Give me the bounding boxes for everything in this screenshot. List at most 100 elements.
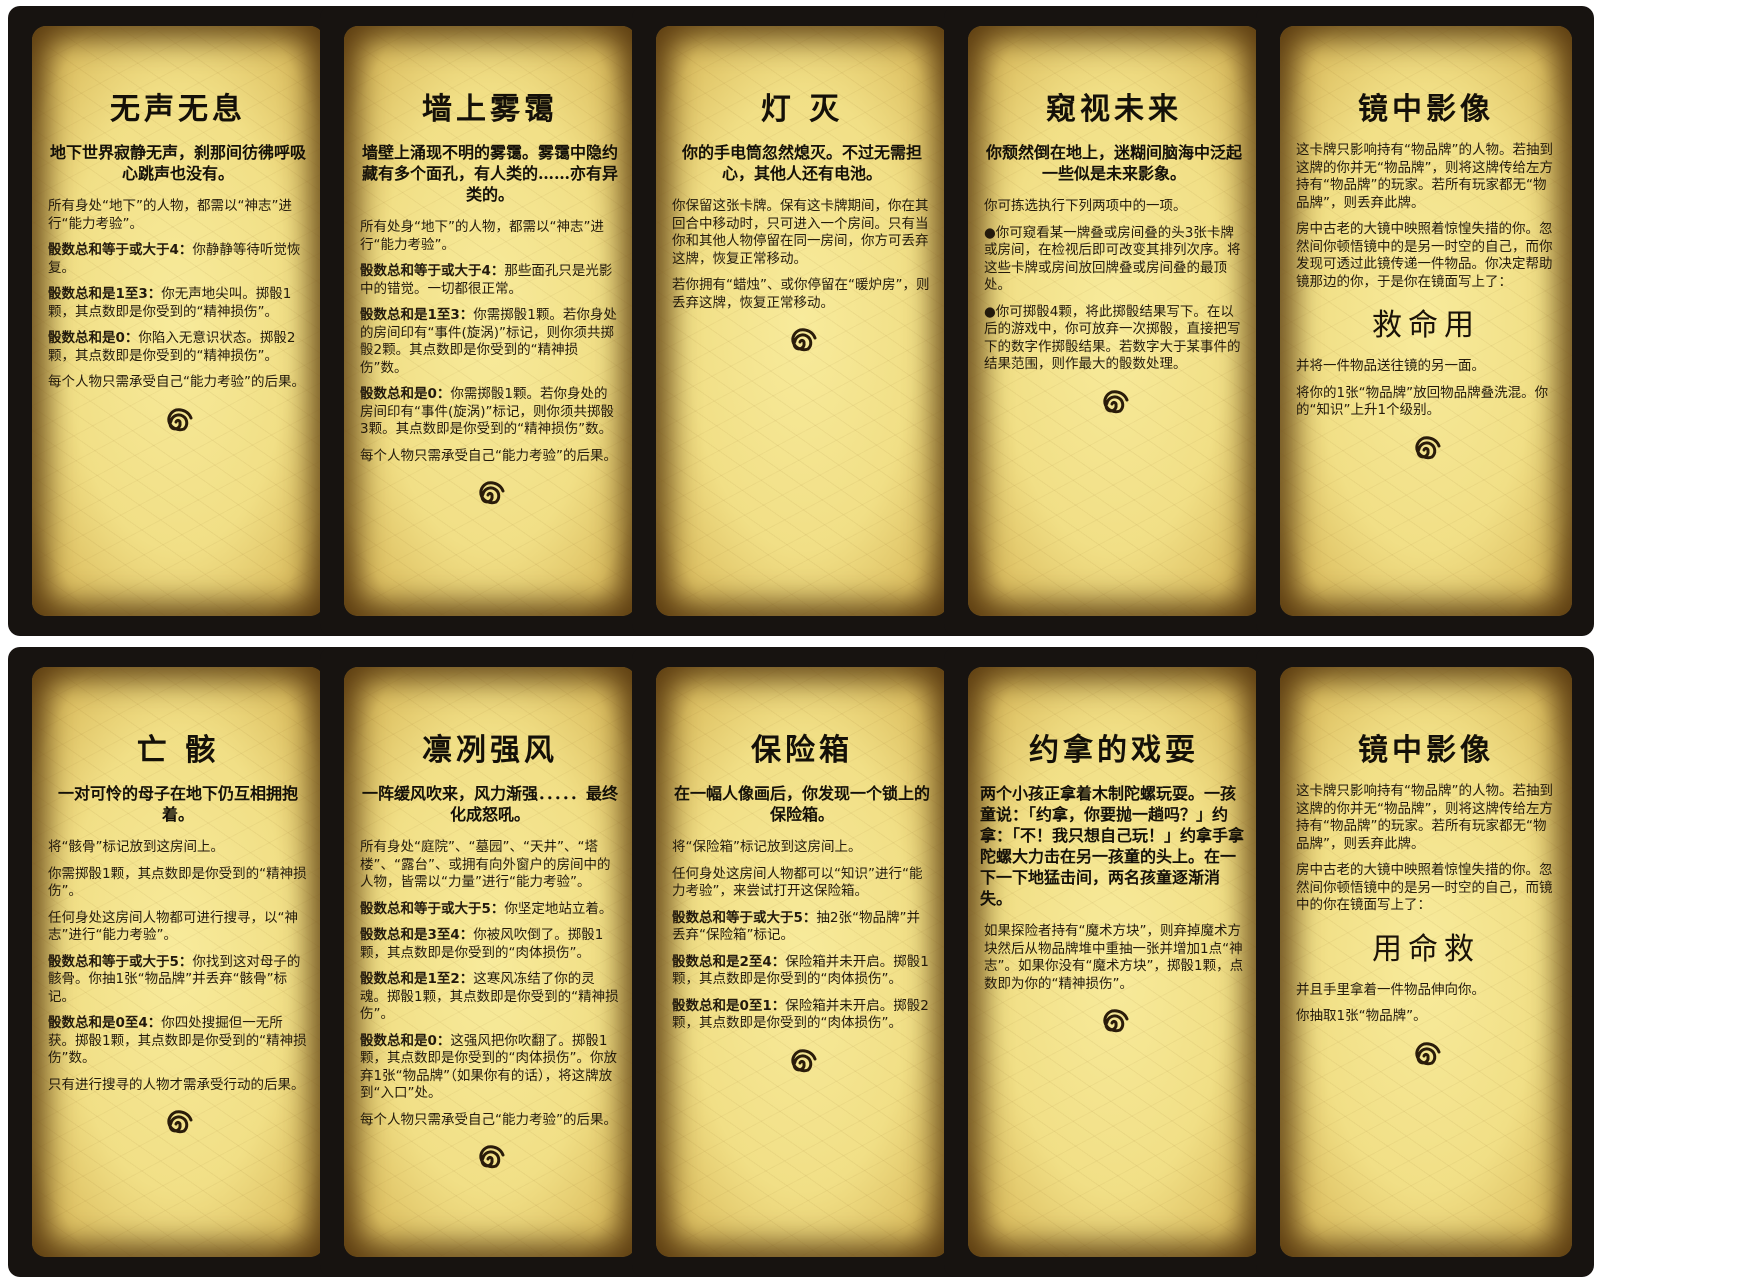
card-flavor-text: 地下世界寂静无声，刹那间彷彿呼吸心跳声也没有。 [49,143,306,183]
event-card[interactable]: 亡 骸一对可怜的母子在地下仍互相拥抱着。 将“骸骨”标记放到这房间上。 你需掷骰1颗… [8,647,346,1277]
card-flavor-text: 墙壁上涌现不明的雾霭。雾霭中隐约藏有多个面孔，有人类的……亦有异类的。 [361,143,618,204]
card-flavor-text: 两个小孩正拿着木制陀螺玩耍。一孩童说：「约拿，你要抛一趟吗？」约拿：「不！我只想… [980,784,1245,908]
rule-text: 这卡牌只影响持有“物品牌”的人物。若抽到这牌的你并无“物品牌”，则将这牌传给左方… [1296,142,1553,211]
rule-paragraph: 所有身处“地下”的人物，都需以“神志”进行“能力考验”。 [48,198,308,233]
vortex-icon [1415,435,1441,459]
card-face: 亡 骸一对可怜的母子在地下仍互相拥抱着。 将“骸骨”标记放到这房间上。 你需掷骰1颗… [32,667,324,1257]
rule-text: 所有身处“地下”的人物，都需以“神志”进行“能力考验”。 [48,198,292,232]
rule-condition: 骰数总和是2至4： [672,953,786,970]
mirror-writing: 救命用 [1372,308,1480,343]
rule-condition: 骰数总和等于或大于4： [48,242,193,258]
card-title: 凛冽强风 [422,733,558,768]
card-rules: 如果探险者持有“魔术方块”，则弃掉魔术方块然后从物品牌堆中重抽一张并增加1点“神… [984,923,1244,993]
rule-paragraph: 骰数总和是2至4：保险箱并未开启。掷骰1颗，其点数即是你受到的“肉体损伤”。 [672,954,932,989]
card-face: 凛冽强风一阵缓风吹来，风力渐强．．．．．最终化成怒吼。所有身处“庭院”、“墓园”… [344,667,636,1257]
rule-text: 这卡牌只影响持有“物品牌”的人物。若抽到这牌的你并无“物品牌”，则将这牌传给左方… [1296,783,1553,852]
card-rules: 所有身处“庭院”、“墓园”、“天井”、“塔楼”、“露台”、或拥有向外窗户的房间中… [360,839,620,1129]
event-card[interactable]: 约拿的戏耍两个小孩正拿着木制陀螺玩耍。一孩童说：「约拿，你要抛一趟吗？」约拿：「… [944,647,1282,1277]
rule-text: 将你的1张“物品牌”放回物品牌叠洗混。你的“知识”上升1个级别。 [1296,384,1549,419]
rule-paragraph: ●你可窥看某一牌叠或房间叠的头3张卡牌或房间，在检视后即可改变其排列次序。将这些… [984,225,1244,295]
rule-text: 每个人物只需承受自己“能力考验”的后果。 [360,1111,617,1128]
rule-text: ●你可窥看某一牌叠或房间叠的头3张卡牌或房间，在检视后即可改变其排列次序。将这些… [984,224,1241,294]
rule-condition: 骰数总和是0至4： [48,1015,162,1031]
rule-paragraph: 骰数总和等于或大于4：那些面孔只是光影中的错觉。一切都很正常。 [360,263,620,298]
rule-condition: 骰数总和是0至1： [672,997,786,1014]
rule-paragraph: 骰数总和是0：你陷入无意识状态。掷骰2颗，其点数即是你受到的“精神损伤”。 [48,330,308,365]
card-face: 无声无息 地下世界寂静无声，刹那间彷彿呼吸心跳声也没有。 所有身处“地下”的人物，都… [32,26,324,616]
event-card[interactable]: 保险箱 在一幅人像画后，你发现一个锁上的保险箱。 将“保险箱”标记放到这房间上。 任何… [632,647,970,1277]
rule-paragraph: ●你可掷骰4颗，将此掷骰结果写下。在以后的游戏中，你可放弃一次掷骰，直接把写下的… [984,304,1244,374]
rule-text: 只有进行搜寻的人物才需承受行动的后果。 [48,1076,305,1093]
rule-paragraph: 骰数总和是0：你需掷骰1颗。若你身处的房间印有“事件(旋涡)”标记，则你须共掷骰… [360,386,620,439]
card-title: 窥视未来 [1046,92,1182,127]
vortex-icon [1103,389,1129,413]
rule-condition: 骰数总和等于或大于4： [360,263,505,279]
card-face: 墙上雾霭墙壁上涌现不明的雾霭。雾霭中隐约藏有多个面孔，有人类的……亦有异类的。所… [344,26,636,616]
vortex-icon [167,407,193,431]
rule-text: 房中古老的大镜中映照着惊惶失措的你。忽然间你顿悟镜中的是另一时空的自己，而你发现… [1296,221,1553,290]
rule-text: 每个人物只需承受自己“能力考验”的后果。 [48,374,305,390]
vortex-icon [791,1048,817,1072]
rule-paragraph: 所有处身“地下”的人物，都需以“神志”进行“能力考验”。 [360,219,620,254]
rule-text: 如果探险者持有“魔术方块”，则弃掉魔术方块然后从物品牌堆中重抽一张并增加1点“神… [984,923,1244,992]
rule-text: 你坚定地站立着。 [504,900,613,917]
rule-condition: 骰数总和等于或大于5： [672,909,817,926]
rule-text: 所有身处“庭院”、“墓园”、“天井”、“塔楼”、“露台”、或拥有向外窗户的房间中… [360,839,611,890]
card-title: 亡 骸 [136,733,220,768]
card-rules: 这卡牌只影响持有“物品牌”的人物。若抽到这牌的你并无“物品牌”，则将这牌传给左方… [1296,142,1556,291]
rule-condition: 骰数总和是0： [360,386,451,402]
card-face: 保险箱 在一幅人像画后，你发现一个锁上的保险箱。 将“保险箱”标记放到这房间上。 任何… [656,667,948,1257]
event-card[interactable]: 墙上雾霭墙壁上涌现不明的雾霭。雾霭中隐约藏有多个面孔，有人类的……亦有异类的。所… [320,6,658,636]
event-card[interactable]: 无声无息 地下世界寂静无声，刹那间彷彿呼吸心跳声也没有。 所有身处“地下”的人物，都… [8,6,346,636]
rule-text: ●你可掷骰4颗，将此掷骰结果写下。在以后的游戏中，你可放弃一次掷骰，直接把写下的… [984,303,1241,373]
rule-condition: 骰数总和是1至3： [48,286,162,302]
event-card[interactable]: 镜中影像 这卡牌只影响持有“物品牌”的人物。若抽到这牌的你并无“物品牌”，则将这牌… [1256,6,1594,636]
rule-paragraph: 每个人物只需承受自己“能力考验”的后果。 [360,1112,620,1130]
rule-paragraph: 这卡牌只影响持有“物品牌”的人物。若抽到这牌的你并无“物品牌”，则将这牌传给左方… [1296,783,1556,853]
rule-condition: 骰数总和是3至4： [360,927,474,943]
vortex-icon [479,1145,505,1169]
rule-paragraph: 骰数总和是1至2：这寒风冻结了你的灵魂。掷骰1颗，其点数即是你受到的“精神损伤”… [360,971,620,1024]
rule-paragraph: 你保留这张卡牌。保有这卡牌期间，你在其回合中移动时，只可进入一个房间。只有当你和… [672,198,932,268]
rule-paragraph: 将你的1张“物品牌”放回物品牌叠洗混。你的“知识”上升1个级别。 [1296,385,1556,420]
rule-paragraph: 只有进行搜寻的人物才需承受行动的后果。 [48,1077,308,1095]
card-title: 墙上雾霭 [422,92,558,127]
mirror-writing: 用命救 [1372,931,1480,967]
rule-text: 任何身处这房间人物都可以“知识”进行“能力考验”，来尝试打开这保险箱。 [672,865,923,900]
rule-text: 若你拥有“蜡烛”、或你停留在“暖炉房”，则丢弃这牌，恢复正常移动。 [672,277,930,311]
event-card[interactable]: 凛冽强风一阵缓风吹来，风力渐强．．．．．最终化成怒吼。所有身处“庭院”、“墓园”… [320,647,658,1277]
card-rules-after: 并将一件物品送往镜的另一面。将你的1张“物品牌”放回物品牌叠洗混。你的“知识”上… [1296,358,1556,420]
card-rules: 将“保险箱”标记放到这房间上。任何身处这房间人物都可以“知识”进行“能力考验”，… [672,839,932,1033]
vortex-icon [1415,1041,1441,1065]
rule-paragraph: 并将一件物品送往镜的另一面。 [1296,358,1556,376]
rule-paragraph: 所有身处“庭院”、“墓园”、“天井”、“塔楼”、“露台”、或拥有向外窗户的房间中… [360,839,620,892]
card-face: 约拿的戏耍两个小孩正拿着木制陀螺玩耍。一孩童说：「约拿，你要抛一趟吗？」约拿：「… [968,667,1260,1257]
rule-paragraph: 房中古老的大镜中映照着惊惶失措的你。忽然间你顿悟镜中的是另一时空的自己，而镜中的… [1296,862,1556,915]
rule-paragraph: 任何身处这房间人物都可进行搜寻，以“神志”进行“能力考验”。 [48,910,308,945]
card-flavor-text: 一阵缓风吹来，风力渐强．．．．．最终化成怒吼。 [361,784,618,824]
rule-text: 将“保险箱”标记放到这房间上。 [672,839,862,855]
card-rules: 这卡牌只影响持有“物品牌”的人物。若抽到这牌的你并无“物品牌”，则将这牌传给左方… [1296,783,1556,915]
rule-paragraph: 骰数总和等于或大于4：你静静等待听觉恢复。 [48,242,308,277]
rule-paragraph: 骰数总和是0至4：你四处搜掘但一无所获。掷骰1颗，其点数即是你受到的“精神损伤”… [48,1015,308,1068]
rule-condition: 骰数总和是1至2： [360,971,474,987]
event-card[interactable]: 灯 灭你的手电筒忽然熄灭。不过无需担心，其他人还有电池。 你保留这张卡牌。保有这卡… [632,6,970,636]
rule-text: 并且手里拿着一件物品伸向你。 [1296,981,1485,998]
rule-paragraph: 每个人物只需承受自己“能力考验”的后果。 [360,448,620,466]
card-flavor-text: 你颓然倒在地上，迷糊间脑海中泛起一些似是未来影象。 [985,143,1242,183]
vortex-icon [791,328,817,352]
rule-condition: 骰数总和等于或大于5： [48,953,193,970]
card-flavor-text: 在一幅人像画后，你发现一个锁上的保险箱。 [673,784,930,824]
rule-condition: 骰数总和是0： [48,330,139,346]
vortex-icon [479,481,505,505]
card-rules-after: 并且手里拿着一件物品伸向你。 你抽取1张“物品牌”。 [1296,982,1556,1026]
card-title: 约拿的戏耍 [1029,733,1199,768]
event-card[interactable]: 镜中影像 这卡牌只影响持有“物品牌”的人物。若抽到这牌的你并无“物品牌”，则将这牌… [1256,647,1594,1277]
rule-paragraph: 若你拥有“蜡烛”、或你停留在“暖炉房”，则丢弃这牌，恢复正常移动。 [672,277,932,312]
card-rules: 将“骸骨”标记放到这房间上。 你需掷骰1颗，其点数即是你受到的“精神损伤”。 任何身… [48,839,308,1094]
rule-paragraph: 你需掷骰1颗，其点数即是你受到的“精神损伤”。 [48,866,308,901]
rule-condition: 骰数总和是0： [360,1032,451,1049]
event-card[interactable]: 窥视未来 你颓然倒在地上，迷糊间脑海中泛起一些似是未来影象。 你可拣选执行下列两项中… [944,6,1282,636]
rule-text: 你抽取1张“物品牌”。 [1296,1008,1427,1024]
rule-paragraph: 骰数总和是0至1：保险箱并未开启。掷骰2颗，其点数即是你受到的“肉体损伤”。 [672,998,932,1033]
